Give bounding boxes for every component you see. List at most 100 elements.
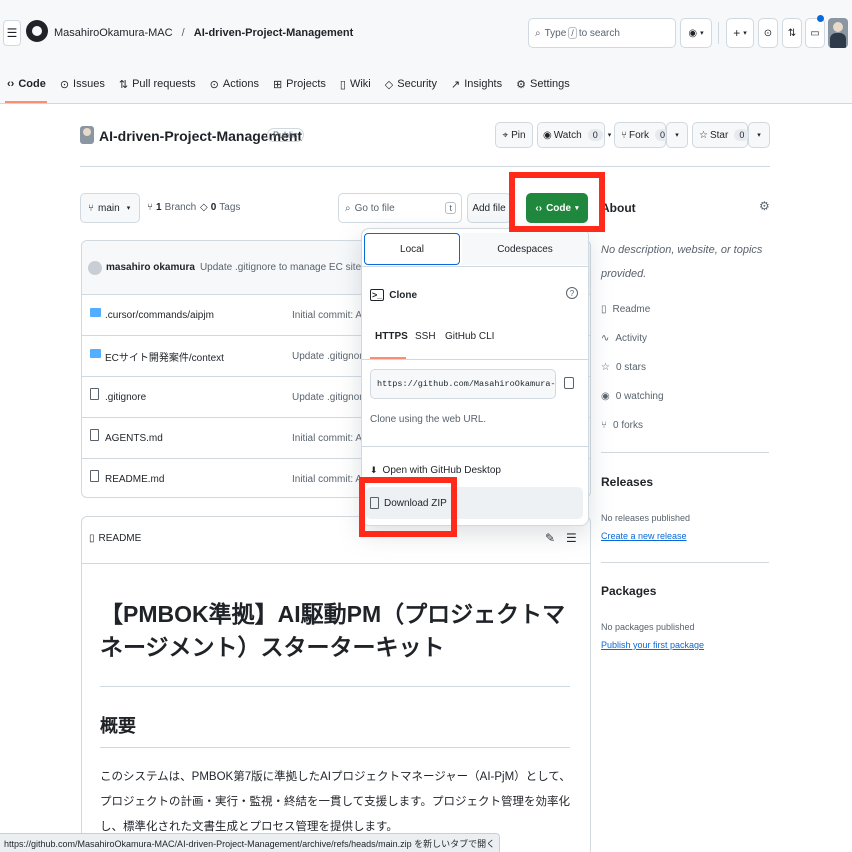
plus-icon: + xyxy=(733,26,741,40)
file-name[interactable]: AGENTS.md xyxy=(105,433,163,444)
copy-url-icon[interactable] xyxy=(564,377,574,389)
packages-text: No packages published xyxy=(601,622,695,632)
readme-edit-icon[interactable]: ✎ xyxy=(545,531,555,545)
global-search-input[interactable]: ⌕ Type / to search xyxy=(528,18,676,48)
tab-https[interactable]: HTTPS xyxy=(375,331,408,342)
fork-dropdown-button[interactable]: ▾ xyxy=(666,122,688,148)
tab-label: Insights xyxy=(464,78,503,90)
star-label: Star xyxy=(709,129,729,141)
tags-link[interactable]: ◇ 0 Tags xyxy=(200,202,240,213)
file-name[interactable]: .cursor/commands/aipjm xyxy=(105,310,214,321)
clone-url-text: https://github.com/MasahiroOkamura-MAC/A… xyxy=(377,379,556,389)
tab-label: Pull requests xyxy=(132,78,196,90)
pulse-icon: ∿ xyxy=(601,333,610,344)
add-file-button[interactable]: Add file xyxy=(467,193,511,223)
clone-url-input[interactable]: https://github.com/MasahiroOkamura-MAC/A… xyxy=(370,369,556,399)
tab-insights[interactable]: ↗ Insights xyxy=(451,78,502,91)
star-dropdown-button[interactable]: ▾ xyxy=(748,122,770,148)
releases-heading[interactable]: Releases xyxy=(601,475,653,489)
tab-actions[interactable]: ⊙ Actions xyxy=(210,78,259,91)
tab-settings[interactable]: ⚙ Settings xyxy=(516,78,570,91)
pull-requests-header-button[interactable]: ⇅ xyxy=(782,18,802,48)
book-icon: ▯ xyxy=(339,78,346,91)
tab-projects[interactable]: ⊞ Projects xyxy=(273,78,326,91)
create-release-link[interactable]: Create a new release xyxy=(601,531,687,541)
tab-label: Code xyxy=(18,78,46,90)
chevron-down-icon: ▾ xyxy=(743,30,747,37)
watch-button[interactable]: ◉ Watch 0 ▾ xyxy=(537,122,611,148)
pin-label: Pin xyxy=(511,129,526,141)
folder-icon xyxy=(90,308,101,317)
readme-tab[interactable]: ▯ README xyxy=(89,533,141,544)
proto-divider xyxy=(362,359,588,360)
sidebar-item-forks[interactable]: ⑂ 0 forks xyxy=(601,420,643,431)
sidebar-divider xyxy=(601,452,769,453)
sidebar-item-label: 0 stars xyxy=(615,362,646,373)
help-icon[interactable]: ? xyxy=(566,287,578,299)
tab-pull-requests[interactable]: ⇅ Pull requests xyxy=(119,78,196,91)
go-to-file-key-hint: t xyxy=(445,202,456,214)
open-with-desktop[interactable]: ⬇ Open with GitHub Desktop xyxy=(370,465,501,476)
readme-outline-icon[interactable]: ☰ xyxy=(566,531,577,545)
breadcrumb-repo[interactable]: AI-driven-Project-Management xyxy=(194,27,354,39)
tab-https-label: HTTPS xyxy=(375,331,408,342)
fork-button[interactable]: ⑂ Fork 0 xyxy=(614,122,671,148)
search-key-hint: / xyxy=(568,27,577,39)
github-logo-icon[interactable] xyxy=(26,20,48,42)
tab-security[interactable]: ◇ Security xyxy=(385,78,437,91)
inbox-button[interactable]: ▭ xyxy=(805,18,825,48)
folder-icon xyxy=(90,349,101,358)
branch-icon: ⑂ xyxy=(88,202,94,214)
repo-owner-avatar[interactable] xyxy=(80,126,94,144)
tab-label: Security xyxy=(397,78,437,90)
sidebar-item-watching[interactable]: ◉ 0 watching xyxy=(601,391,664,402)
issues-header-button[interactable]: ⊙ xyxy=(758,18,778,48)
tab-label: Settings xyxy=(530,78,570,90)
commit-author[interactable]: masahiro okamura xyxy=(106,262,195,273)
header-divider xyxy=(718,22,719,44)
tab-codespaces-label: Codespaces xyxy=(497,243,553,255)
sidebar-item-activity[interactable]: ∿ Activity xyxy=(601,333,647,344)
sidebar-item-readme[interactable]: ▯ Readme xyxy=(601,304,650,315)
go-to-file-placeholder: Go to file xyxy=(354,202,395,214)
packages-heading[interactable]: Packages xyxy=(601,584,656,598)
avatar[interactable] xyxy=(828,18,848,48)
copilot-button[interactable]: ◉ ▾ xyxy=(680,18,712,48)
search-placeholder-suffix: to search xyxy=(578,27,620,39)
create-new-button[interactable]: + ▾ xyxy=(726,18,754,48)
clone-heading: >_ Clone xyxy=(370,289,417,301)
inbox-icon: ▭ xyxy=(810,27,820,39)
fork-label: Fork xyxy=(629,129,649,141)
pin-button[interactable]: ⌖ Pin xyxy=(495,122,533,148)
branch-selector[interactable]: ⑂ main ▾ xyxy=(80,193,140,223)
copilot-icon: ◉ xyxy=(688,27,698,39)
star-button[interactable]: ☆ Star 0 xyxy=(692,122,750,148)
tab-github-cli[interactable]: GitHub CLI xyxy=(445,331,494,342)
tab-issues[interactable]: ⊙ Issues xyxy=(60,78,105,91)
add-file-label: Add file xyxy=(472,202,506,214)
breadcrumb-owner[interactable]: MasahiroOkamura-MAC xyxy=(54,27,173,39)
tab-code[interactable]: ‹› Code xyxy=(7,64,46,104)
file-name[interactable]: README.md xyxy=(105,474,164,485)
commit-author-avatar[interactable] xyxy=(88,260,102,275)
chevron-down-icon: ▾ xyxy=(675,132,679,139)
book-icon: ▯ xyxy=(601,304,607,315)
desktop-download-icon: ⬇ xyxy=(370,465,378,475)
fork-icon: ⑂ xyxy=(621,129,627,141)
chevron-down-icon: ▾ xyxy=(757,132,761,139)
title-divider xyxy=(80,166,770,167)
publish-package-link[interactable]: Publish your first package xyxy=(601,640,704,650)
about-settings-icon[interactable]: ⚙ xyxy=(759,199,770,213)
tab-local[interactable]: Local xyxy=(364,233,460,265)
go-to-file-input[interactable]: ⌕ Go to file t xyxy=(338,193,462,223)
actions-icon: ⊙ xyxy=(209,78,219,91)
sidebar-item-stars[interactable]: ☆ 0 stars xyxy=(601,362,646,373)
tab-wiki[interactable]: ▯ Wiki xyxy=(340,78,371,91)
hamburger-menu-button[interactable]: ☰ xyxy=(3,20,21,46)
readme-tab-label: README xyxy=(98,533,142,544)
file-name[interactable]: ECサイト開発案件/context xyxy=(105,349,224,364)
file-name[interactable]: .gitignore xyxy=(105,392,146,403)
branches-link[interactable]: ⑂ 1 Branch xyxy=(147,202,196,213)
tab-ssh[interactable]: SSH xyxy=(415,331,436,342)
tab-codespaces[interactable]: Codespaces xyxy=(462,233,588,265)
